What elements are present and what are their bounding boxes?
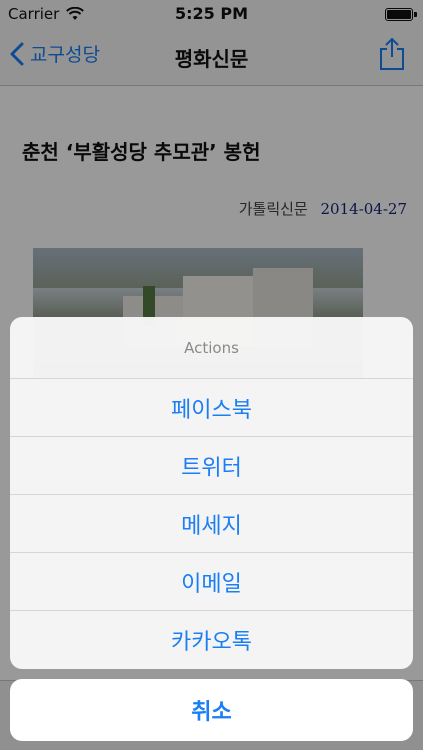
share-facebook-button[interactable]: 페이스북 <box>10 379 413 437</box>
cancel-button[interactable]: 취소 <box>10 679 413 741</box>
share-message-button[interactable]: 메세지 <box>10 495 413 553</box>
share-twitter-button[interactable]: 트위터 <box>10 437 413 495</box>
share-kakaotalk-button[interactable]: 카카오톡 <box>10 611 413 669</box>
action-sheet: Actions 페이스북 트위터 메세지 이메일 카카오톡 <box>10 317 413 669</box>
action-sheet-title: Actions <box>10 317 413 379</box>
share-email-button[interactable]: 이메일 <box>10 553 413 611</box>
